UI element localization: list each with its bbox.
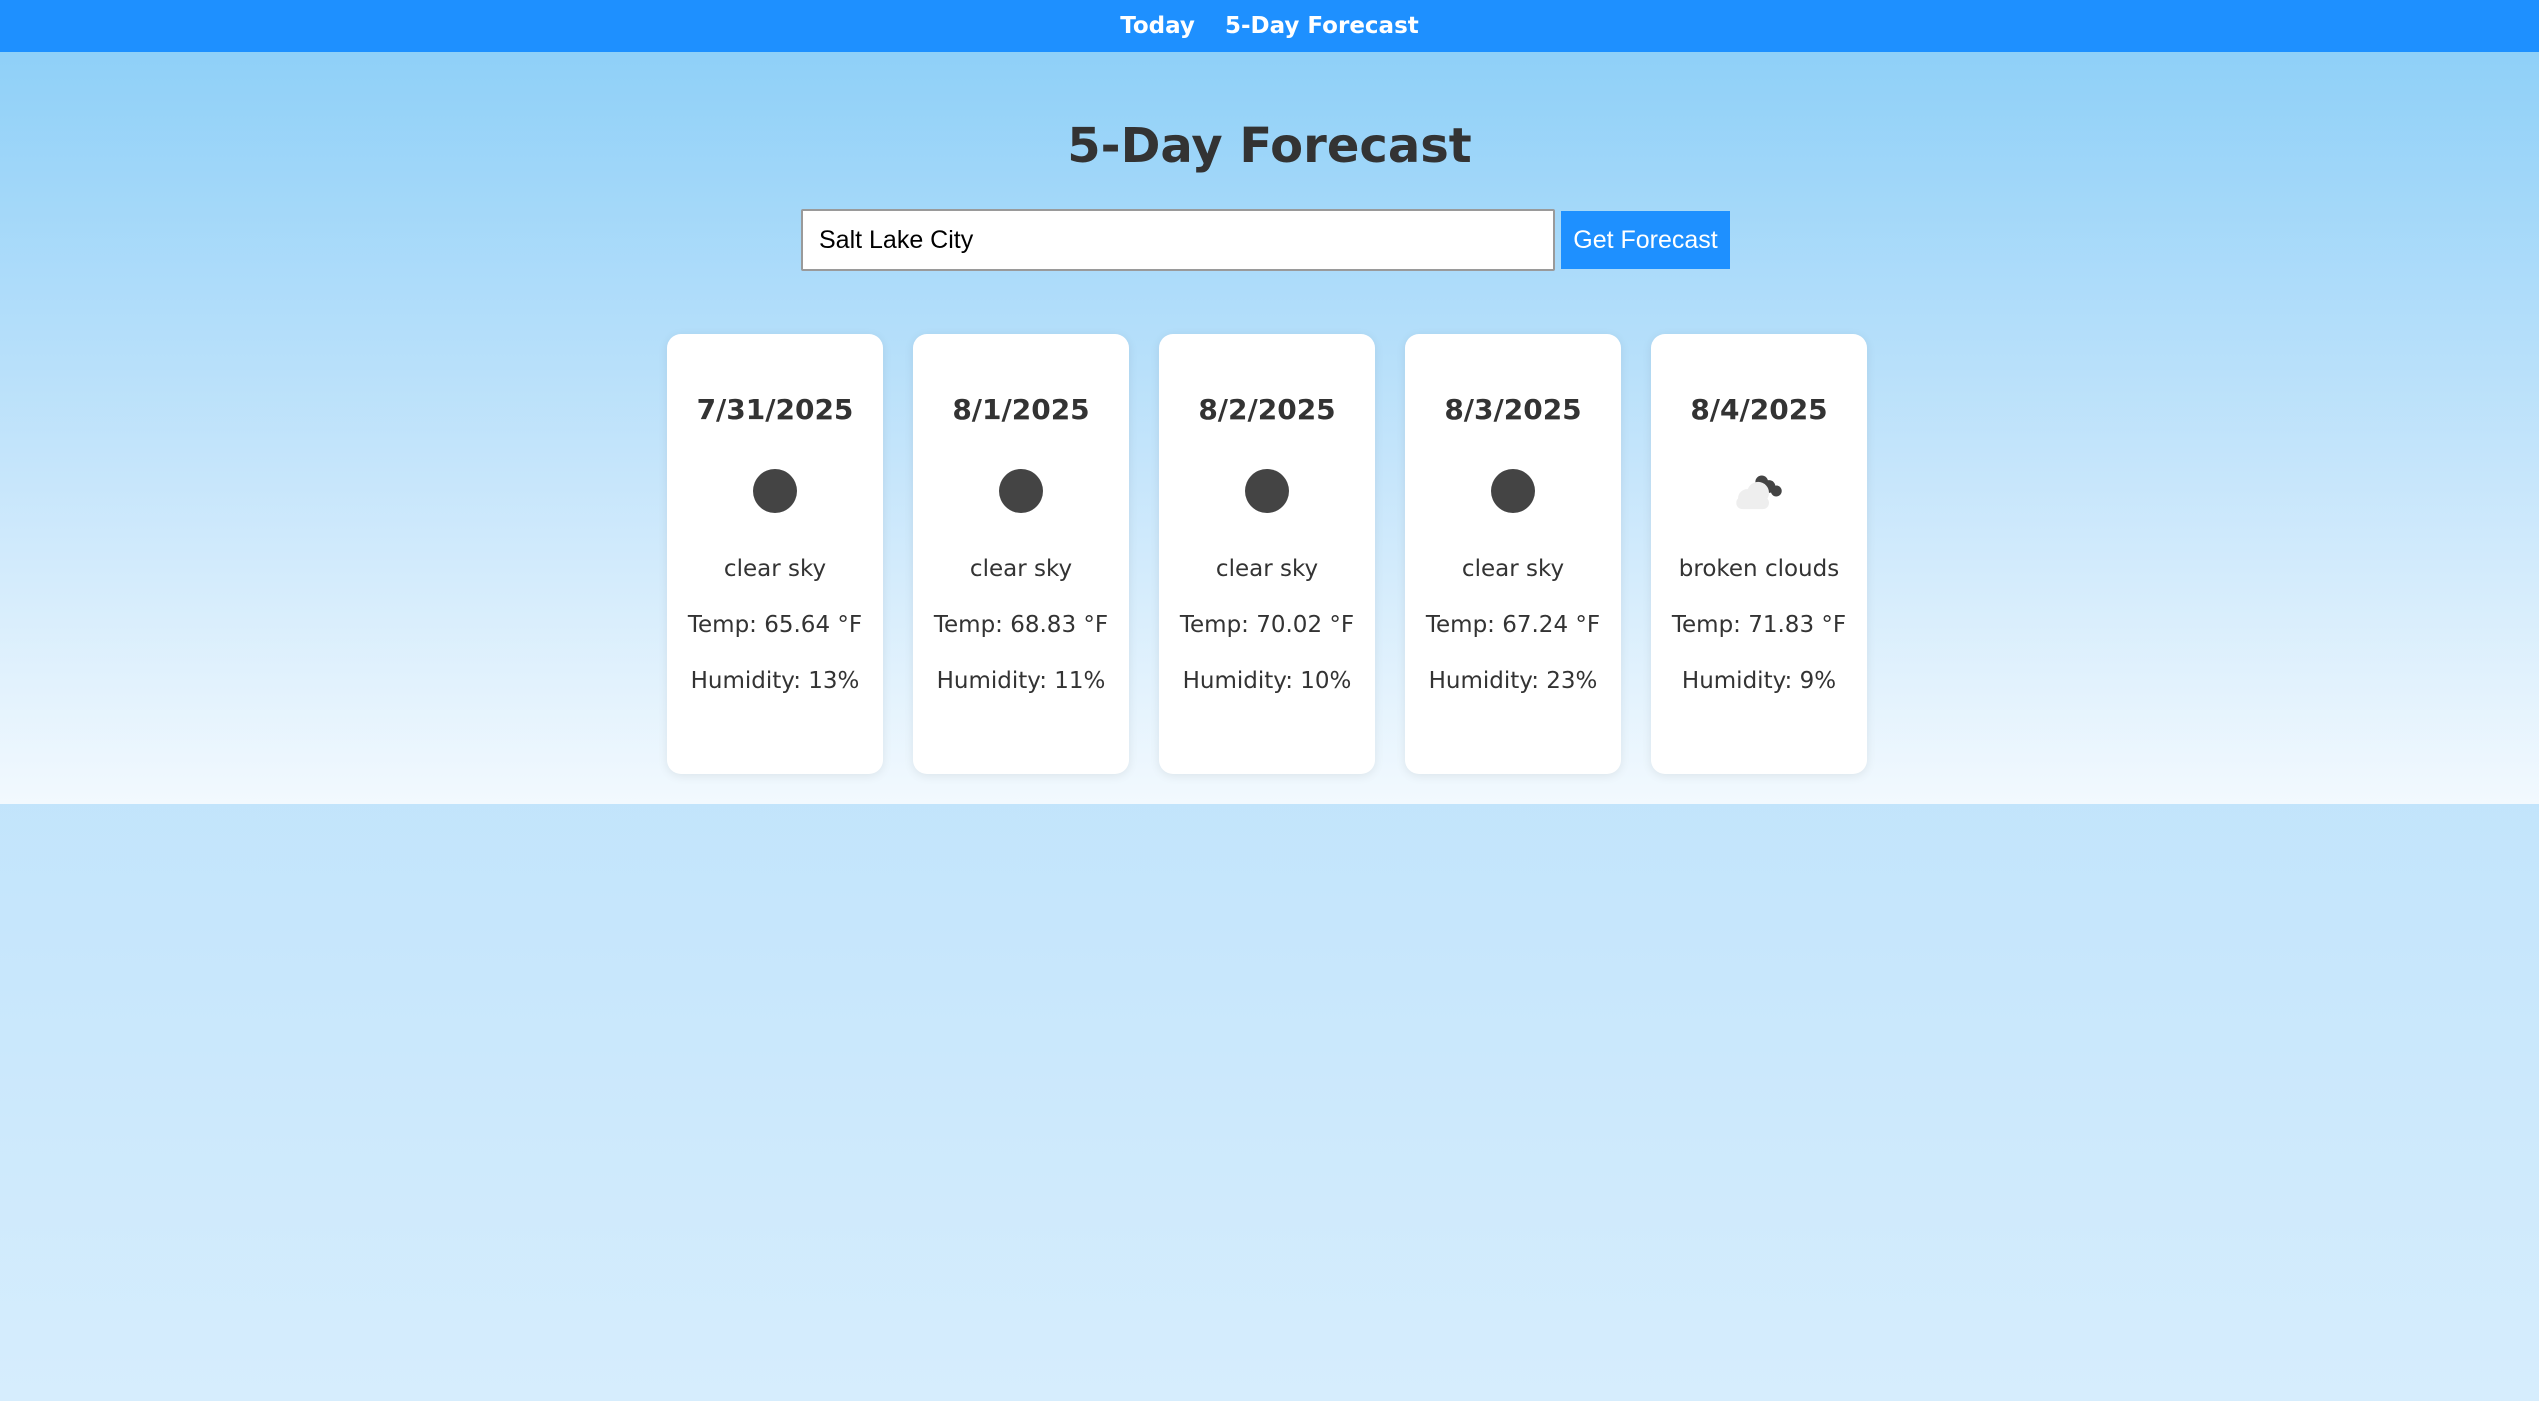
clear-sky-icon — [991, 466, 1051, 516]
forecast-date: 8/4/2025 — [1690, 393, 1828, 426]
forecast-description: clear sky — [1461, 556, 1565, 582]
forecast-date: 7/31/2025 — [696, 393, 854, 426]
search-row: Get Forecast — [801, 209, 1730, 271]
nav-link-today[interactable]: Today — [1120, 13, 1195, 39]
forecast-date: 8/3/2025 — [1444, 393, 1582, 426]
forecast-description: clear sky — [723, 556, 827, 582]
forecast-temp: Temp: 65.64 °F — [687, 612, 863, 638]
forecast-card: 8/1/2025 clear sky Temp: 68.83 °F Humidi… — [913, 334, 1129, 774]
main-content: 5-Day Forecast Get Forecast 7/31/2025 cl… — [0, 52, 2539, 804]
forecast-description: clear sky — [1215, 556, 1319, 582]
forecast-temp: Temp: 67.24 °F — [1425, 612, 1601, 638]
forecast-card: 8/2/2025 clear sky Temp: 70.02 °F Humidi… — [1159, 334, 1375, 774]
forecast-humidity: Humidity: 10% — [1182, 668, 1352, 694]
forecast-temp: Temp: 70.02 °F — [1179, 612, 1355, 638]
get-forecast-button[interactable]: Get Forecast — [1561, 211, 1730, 269]
broken-clouds-icon — [1729, 466, 1789, 516]
forecast-humidity: Humidity: 9% — [1681, 668, 1837, 694]
forecast-date: 8/2/2025 — [1198, 393, 1336, 426]
forecast-humidity: Humidity: 23% — [1428, 668, 1598, 694]
forecast-temp: Temp: 68.83 °F — [933, 612, 1109, 638]
top-navbar: Today 5-Day Forecast — [0, 0, 2539, 52]
forecast-card: 7/31/2025 clear sky Temp: 65.64 °F Humid… — [667, 334, 883, 774]
forecast-date: 8/1/2025 — [952, 393, 1090, 426]
forecast-card: 8/4/2025 broken clouds Temp: 71.83 °F Hu… — [1651, 334, 1867, 774]
forecast-card: 8/3/2025 clear sky Temp: 67.24 °F Humidi… — [1405, 334, 1621, 774]
city-search-input[interactable] — [801, 209, 1555, 271]
forecast-description: broken clouds — [1678, 556, 1840, 582]
forecast-description: clear sky — [969, 556, 1073, 582]
clear-sky-icon — [1237, 466, 1297, 516]
forecast-cards: 7/31/2025 clear sky Temp: 65.64 °F Humid… — [667, 334, 1867, 774]
clear-sky-icon — [745, 466, 805, 516]
clear-sky-icon — [1483, 466, 1543, 516]
nav-link-5-day-forecast[interactable]: 5-Day Forecast — [1225, 13, 1419, 39]
forecast-humidity: Humidity: 11% — [936, 668, 1106, 694]
forecast-humidity: Humidity: 13% — [690, 668, 860, 694]
forecast-temp: Temp: 71.83 °F — [1671, 612, 1847, 638]
page-title: 5-Day Forecast — [1067, 118, 1472, 174]
